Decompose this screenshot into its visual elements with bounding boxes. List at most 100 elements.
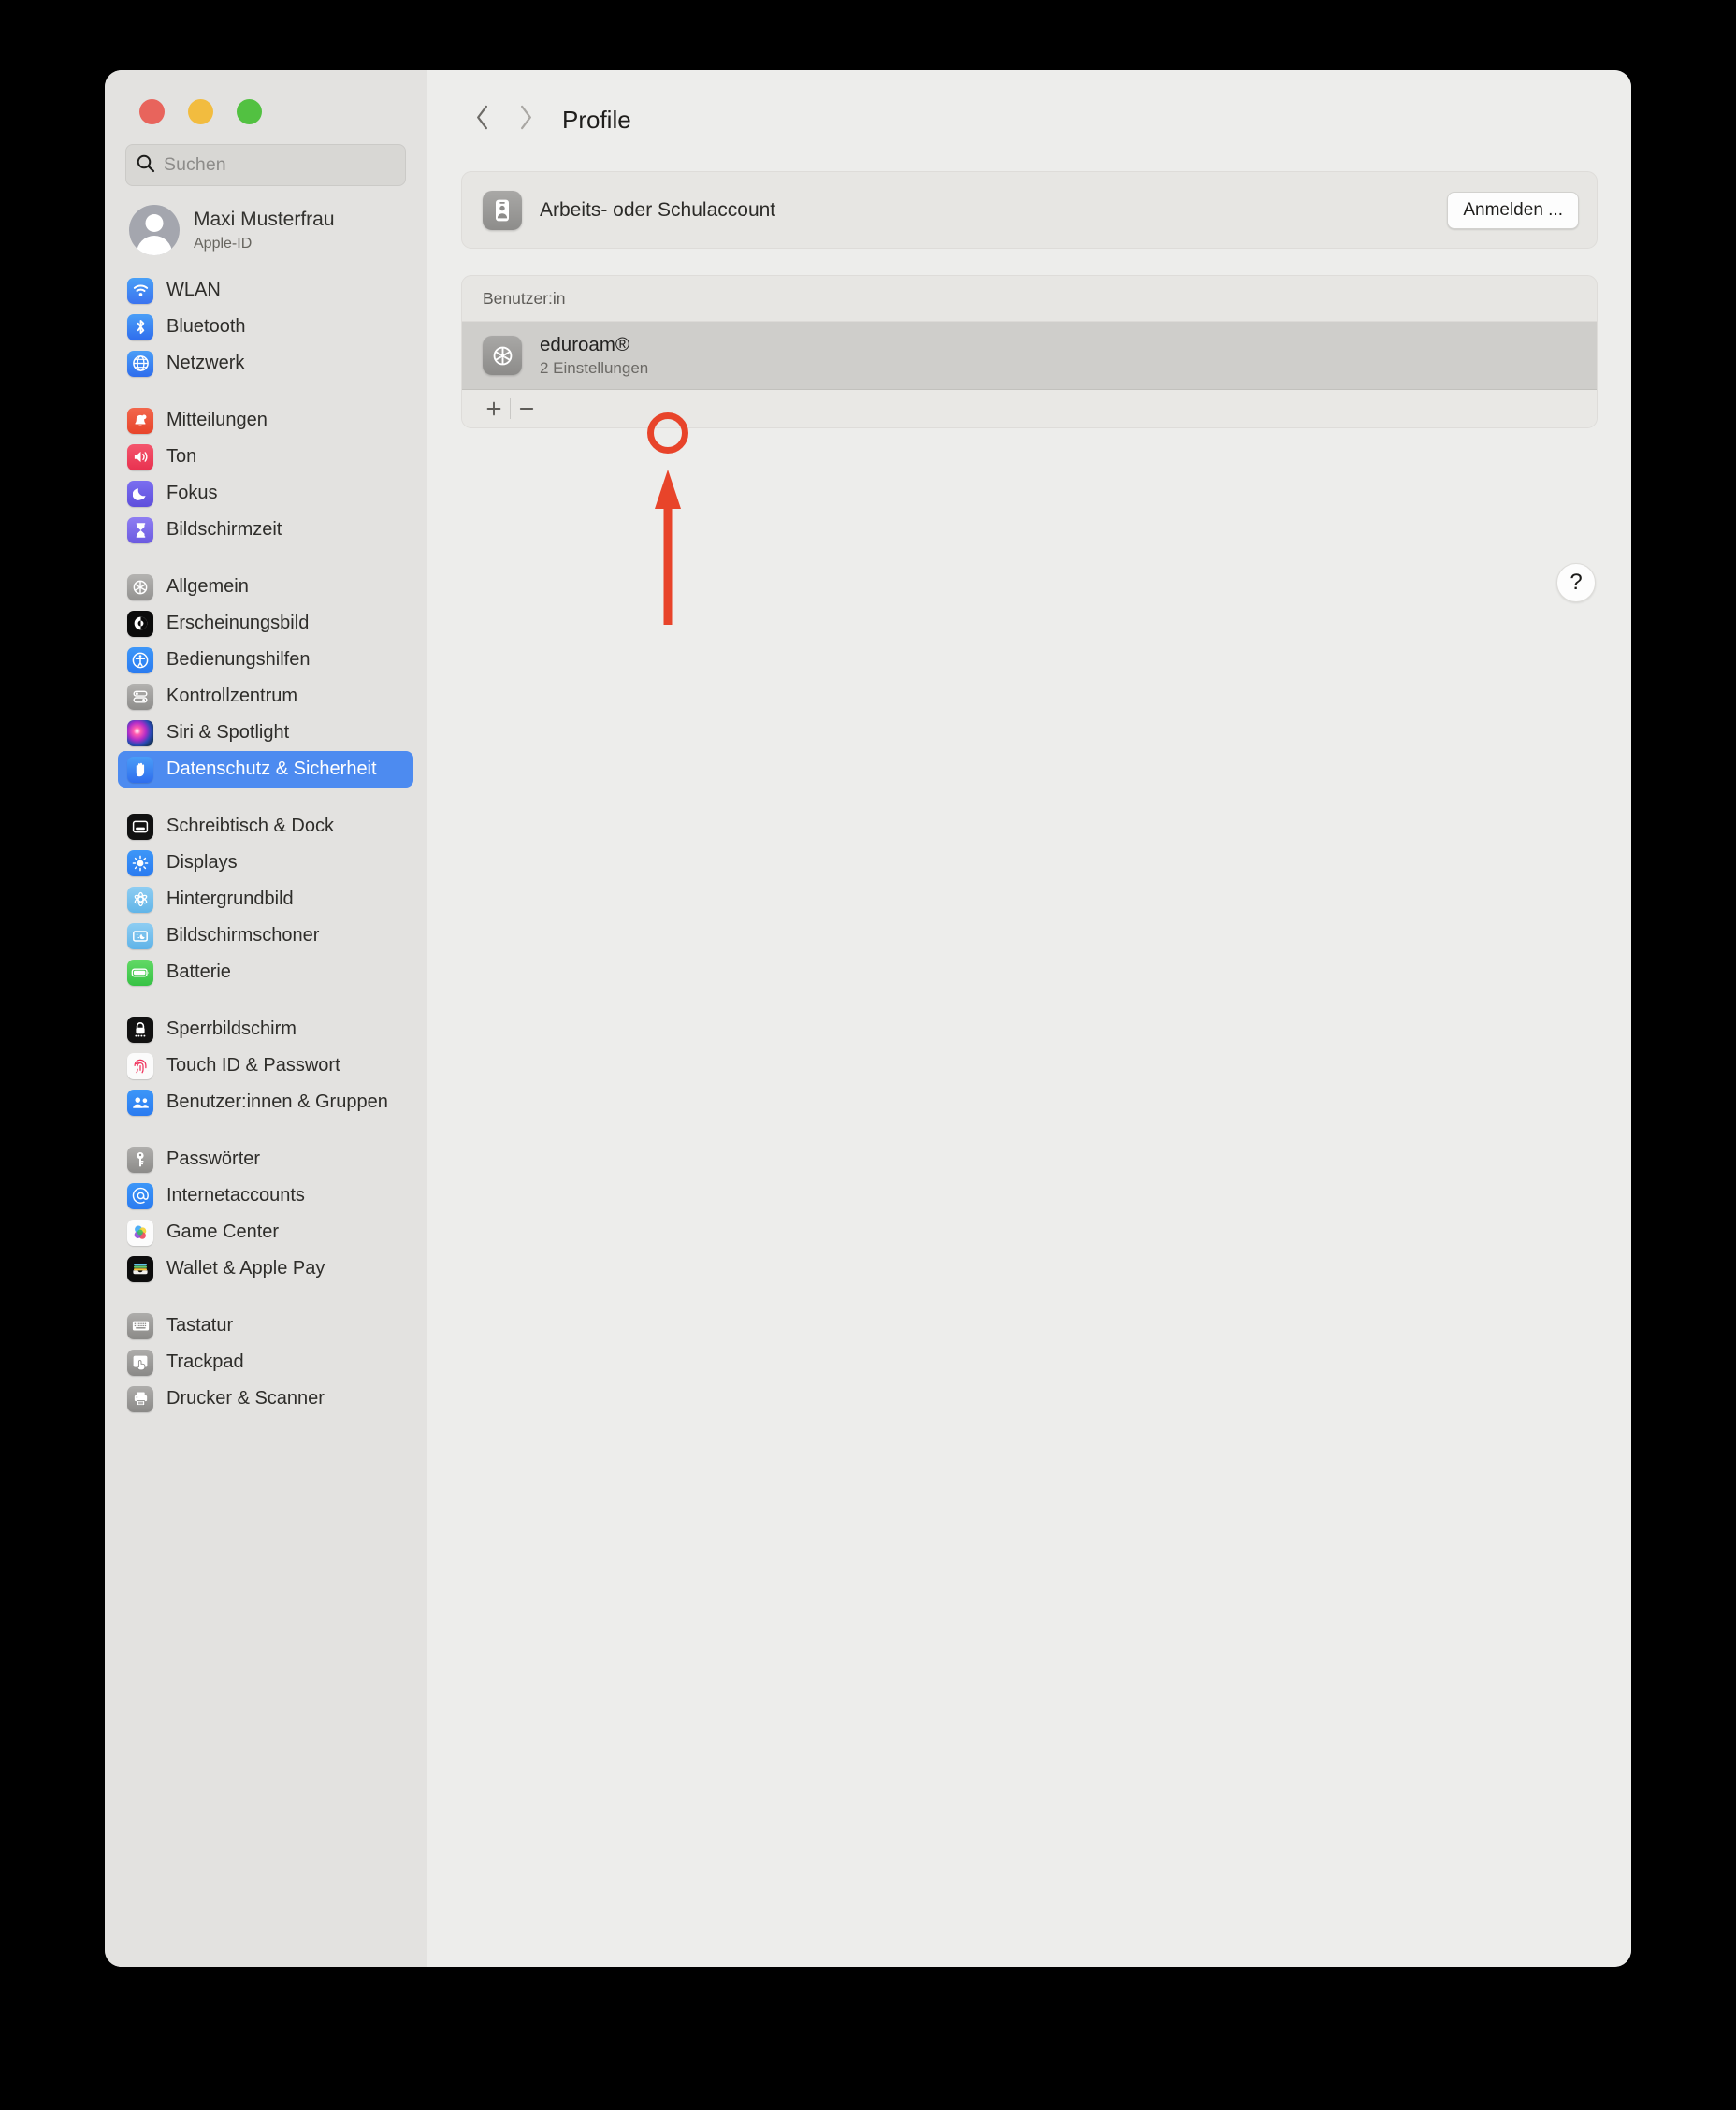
siri-icon xyxy=(127,719,153,746)
sidebar-item-batterie[interactable]: Batterie xyxy=(118,954,413,990)
sidebar-item-label: Bedienungshilfen xyxy=(166,649,311,670)
sidebar-item-datenschutz-sicherheit[interactable]: Datenschutz & Sicherheit xyxy=(118,751,413,788)
chevron-right-icon xyxy=(518,105,533,135)
remove-profile-button[interactable] xyxy=(511,393,542,425)
sidebar-item-mitteilungen[interactable]: Mitteilungen xyxy=(118,402,413,439)
sidebar-item-label: Siri & Spotlight xyxy=(166,722,290,743)
back-button[interactable] xyxy=(461,98,504,141)
sidebar-item-drucker-scanner[interactable]: Drucker & Scanner xyxy=(118,1380,413,1417)
sidebar-item-label: Allgemein xyxy=(166,576,249,597)
screensaver-icon xyxy=(127,922,153,949)
close-button[interactable] xyxy=(139,99,165,124)
sidebar-item-label: Game Center xyxy=(166,1221,280,1242)
profiles-card: Benutzer:in eduroam® 2 Einstellungen xyxy=(461,275,1598,428)
sidebar-item-fokus[interactable]: Fokus xyxy=(118,475,413,512)
sidebar-item-sperrbildschirm[interactable]: Sperrbildschirm xyxy=(118,1011,413,1048)
sidebar-item-label: Trackpad xyxy=(166,1351,244,1372)
sidebar-item-bluetooth[interactable]: Bluetooth xyxy=(118,309,413,345)
zoom-button[interactable] xyxy=(237,99,262,124)
apple-id-subtitle: Apple-ID xyxy=(194,235,253,252)
sidebar-group: Passwörter Internetaccounts Game Center xyxy=(118,1141,413,1287)
content-toolbar: Profile xyxy=(427,70,1631,141)
sidebar-item-label: Tastatur xyxy=(166,1315,234,1336)
work-school-account-row: Arbeits- oder Schulaccount Anmelden ... xyxy=(462,172,1597,248)
apple-id-row[interactable]: Maxi Musterfrau Apple-ID xyxy=(105,186,427,255)
sidebar-item-label: Batterie xyxy=(166,961,231,982)
sidebar-item-label: Bluetooth xyxy=(166,316,246,337)
hand-icon xyxy=(127,756,153,783)
sidebar-item-passwoerter[interactable]: Passwörter xyxy=(118,1141,413,1178)
sidebar-item-benutzer-gruppen[interactable]: Benutzer:innen & Gruppen xyxy=(118,1084,413,1120)
help-button[interactable]: ? xyxy=(1556,563,1596,602)
minimize-button[interactable] xyxy=(188,99,213,124)
desktop-dock-icon xyxy=(127,813,153,840)
appearance-icon xyxy=(127,610,153,637)
sidebar-item-label: Bildschirmschoner xyxy=(166,925,320,946)
globe-icon xyxy=(127,350,153,377)
users-icon xyxy=(127,1089,153,1116)
battery-icon xyxy=(127,959,153,986)
work-school-account-card: Arbeits- oder Schulaccount Anmelden ... xyxy=(461,171,1598,249)
hourglass-icon xyxy=(127,516,153,543)
profile-row-eduroam[interactable]: eduroam® 2 Einstellungen xyxy=(462,322,1597,390)
sidebar-nav: WLAN Bluetooth Netzwerk Mitteilungen Ton… xyxy=(105,255,427,1417)
sidebar-item-label: Wallet & Apple Pay xyxy=(166,1258,326,1279)
brightness-icon xyxy=(127,849,153,876)
forward-button[interactable] xyxy=(504,98,547,141)
sidebar-group: Sperrbildschirm Touch ID & Passwort Benu… xyxy=(118,1011,413,1120)
sidebar-item-internetaccounts[interactable]: Internetaccounts xyxy=(118,1178,413,1214)
sidebar-item-game-center[interactable]: Game Center xyxy=(118,1214,413,1250)
sidebar-group: Tastatur Trackpad Drucker & Scanner xyxy=(118,1308,413,1417)
sidebar-item-label: Touch ID & Passwort xyxy=(166,1055,340,1076)
sidebar-item-label: WLAN xyxy=(166,280,221,300)
apple-id-text: Maxi Musterfrau Apple-ID xyxy=(194,208,335,252)
window-controls xyxy=(105,70,427,124)
game-center-icon xyxy=(127,1219,153,1246)
profile-text: eduroam® 2 Einstellungen xyxy=(540,333,648,379)
sidebar-item-label: Erscheinungsbild xyxy=(166,613,310,633)
profiles-section-header: Benutzer:in xyxy=(462,276,1597,322)
sidebar-item-label: Bildschirmzeit xyxy=(166,519,282,540)
sidebar-item-displays[interactable]: Displays xyxy=(118,845,413,881)
sidebar-item-erscheinungsbild[interactable]: Erscheinungsbild xyxy=(118,605,413,642)
search-field[interactable]: Suchen xyxy=(125,144,406,186)
sidebar-item-bildschirmzeit[interactable]: Bildschirmzeit xyxy=(118,512,413,548)
page-title: Profile xyxy=(562,105,631,134)
sidebar-item-netzwerk[interactable]: Netzwerk xyxy=(118,345,413,382)
sidebar-item-tastatur[interactable]: Tastatur xyxy=(118,1308,413,1344)
sidebar-item-trackpad[interactable]: Trackpad xyxy=(118,1344,413,1380)
sidebar-item-label: Benutzer:innen & Gruppen xyxy=(166,1091,388,1112)
sidebar-item-bedienungshilfen[interactable]: Bedienungshilfen xyxy=(118,642,413,678)
sidebar-item-wlan[interactable]: WLAN xyxy=(118,272,413,309)
bell-icon xyxy=(127,407,153,434)
keyboard-icon xyxy=(127,1312,153,1339)
sidebar-item-siri-spotlight[interactable]: Siri & Spotlight xyxy=(118,715,413,751)
sidebar-item-allgemein[interactable]: Allgemein xyxy=(118,569,413,605)
sidebar-item-label: Hintergrundbild xyxy=(166,889,294,909)
profiles-toolbar xyxy=(462,390,1597,427)
work-school-account-label: Arbeits- oder Schulaccount xyxy=(540,198,776,221)
search-placeholder: Suchen xyxy=(164,154,226,175)
printer-icon xyxy=(127,1385,153,1412)
sidebar-item-label: Fokus xyxy=(166,483,218,503)
search-icon xyxy=(136,153,155,178)
sidebar-item-hintergrundbild[interactable]: Hintergrundbild xyxy=(118,881,413,918)
sidebar-item-kontrollzentrum[interactable]: Kontrollzentrum xyxy=(118,678,413,715)
at-icon xyxy=(127,1182,153,1209)
sidebar-item-touch-id-passwort[interactable]: Touch ID & Passwort xyxy=(118,1048,413,1084)
system-settings-window: Suchen Maxi Musterfrau Apple-ID WLAN Blu… xyxy=(105,70,1631,1967)
content-pane: Profile Arbeits- oder Schulaccount Anmel… xyxy=(427,70,1631,1967)
speaker-icon xyxy=(127,443,153,470)
sidebar-item-label: Ton xyxy=(166,446,197,467)
sidebar-group: WLAN Bluetooth Netzwerk xyxy=(118,272,413,382)
sidebar-item-ton[interactable]: Ton xyxy=(118,439,413,475)
sidebar-item-bildschirmschoner[interactable]: Bildschirmschoner xyxy=(118,918,413,954)
sidebar-item-label: Schreibtisch & Dock xyxy=(166,816,334,836)
add-profile-button[interactable] xyxy=(478,393,510,425)
anmelden-button[interactable]: Anmelden ... xyxy=(1447,191,1579,229)
id-badge-icon xyxy=(483,190,522,230)
sidebar-item-label: Sperrbildschirm xyxy=(166,1019,297,1039)
sidebar-item-schreibtisch-dock[interactable]: Schreibtisch & Dock xyxy=(118,808,413,845)
gear-icon xyxy=(127,573,153,600)
sidebar-item-wallet-apple-pay[interactable]: Wallet & Apple Pay xyxy=(118,1250,413,1287)
